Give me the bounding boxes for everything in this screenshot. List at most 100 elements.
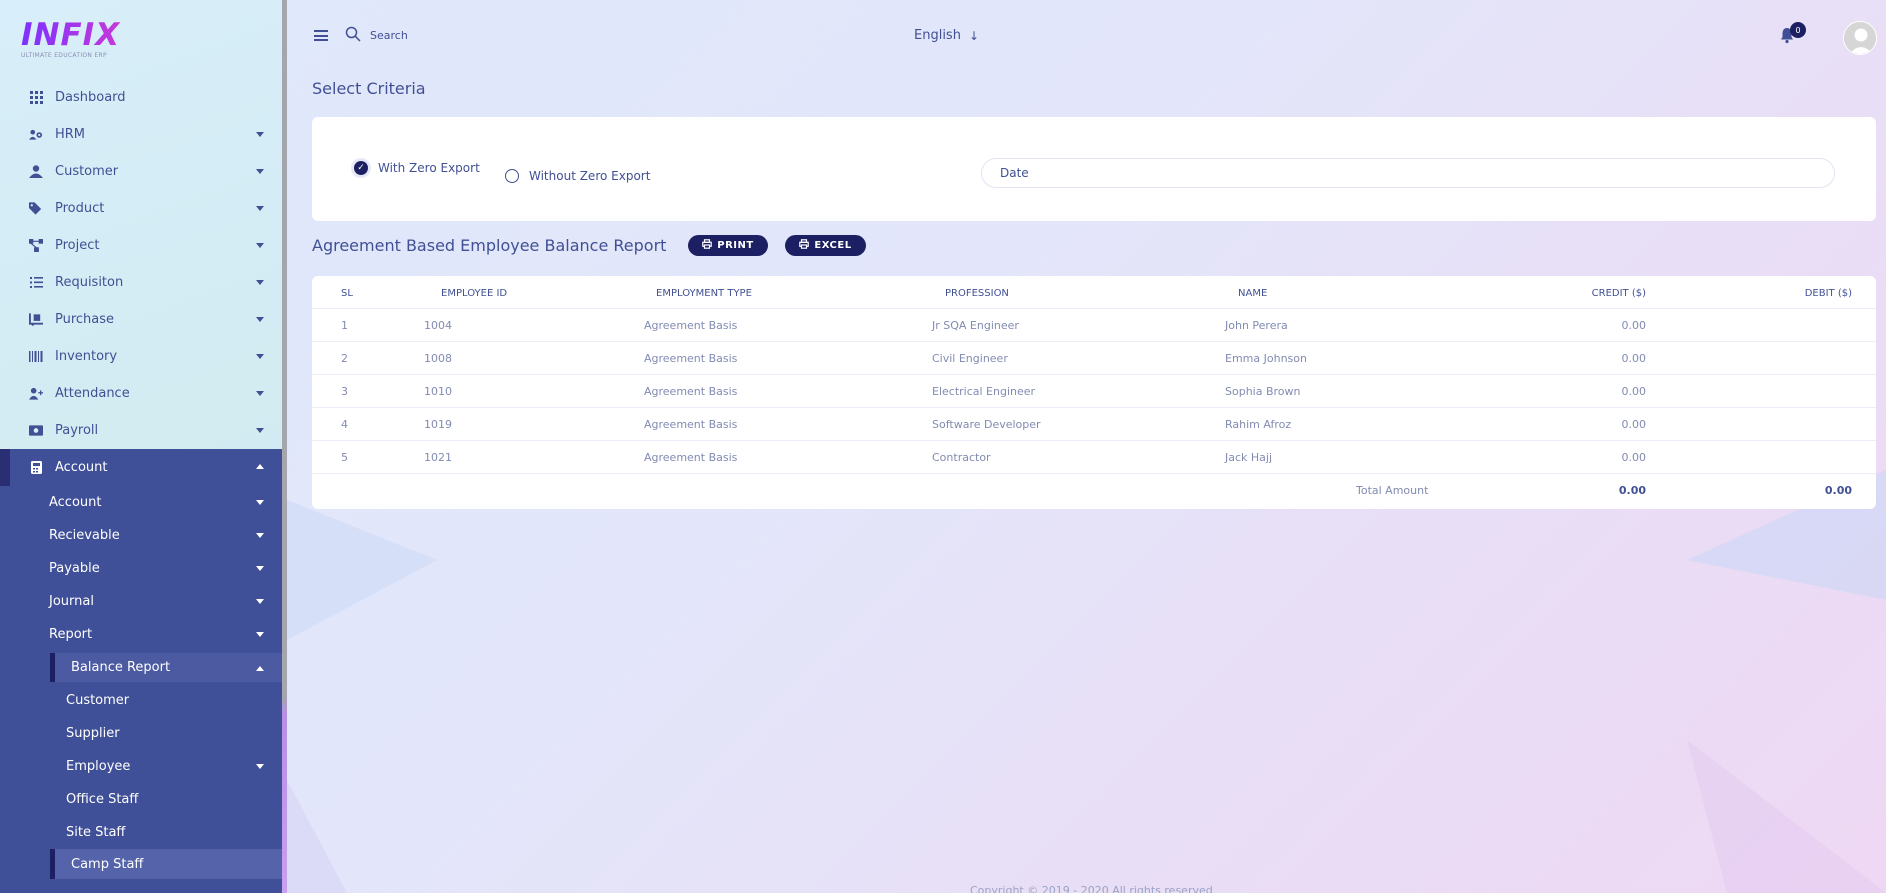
cell-credit: 0.00 [1621,319,1647,332]
cell-name: Emma Johnson [1225,352,1307,365]
sidebar-item-label: HRM [55,127,86,142]
cell-name: Rahim Afroz [1225,418,1292,431]
chevron-down-icon [256,566,264,571]
barcode-icon [29,350,43,364]
column-header: EMPLOYEE ID [441,288,508,299]
sidebar-item-inventory[interactable]: Inventory [0,338,282,375]
table-row: 5 1021 Agreement Basis Contractor Jack H… [312,441,1876,474]
submenu-spacer [0,879,282,893]
cell-name: Jack Hajj [1225,451,1273,464]
cell-credit: 0.00 [1621,352,1647,365]
sidebar-item-product[interactable]: Product [0,190,282,227]
sidebar-item-label: Purchase [55,312,115,327]
submenu-item-journal[interactable]: Journal [0,585,282,618]
submenu-item-label: Camp Staff [71,856,144,872]
sidebar-item-requisiton[interactable]: Requisiton [0,264,282,301]
table-row: 2 1008 Agreement Basis Civil Engineer Em… [312,342,1876,375]
dolly-icon [29,313,43,327]
radio-without-zero-export[interactable]: Without Zero Export [505,169,650,183]
column-header: EMPLOYMENT TYPE [656,288,752,299]
submenu-item-report[interactable]: Report [0,618,282,651]
arrow-down-icon: ↓ [968,28,980,43]
users-cog-icon [29,128,43,142]
print-button[interactable]: PRINT [688,235,768,256]
cell-sl: 5 [341,451,348,464]
avatar[interactable] [1843,21,1877,55]
logo-text: INFIX [21,17,121,53]
submenu-item-payable[interactable]: Payable [0,552,282,585]
column-header: NAME [1238,288,1268,299]
sidebar-item-payroll[interactable]: Payroll [0,412,282,449]
menu-toggle-icon[interactable] [314,30,328,41]
submenu-item-recievable[interactable]: Recievable [0,519,282,552]
sidebar-item-purchase[interactable]: Purchase [0,301,282,338]
tags-icon [29,202,43,216]
sidebar-item-label: Project [55,238,100,253]
sidebar-item-hrm[interactable]: HRM [0,116,282,153]
search-box [345,24,515,54]
total-debit: 0.00 [1824,484,1852,497]
sidebar-item-dashboard[interactable]: Dashboard [0,79,282,116]
cell-type: Agreement Basis [644,451,738,464]
logo-tagline: ULTIMATE EDUCATION ERP [21,52,107,59]
sidebar-item-account[interactable]: Account [0,449,282,486]
radio-circle-icon [505,169,519,183]
cell-name: Sophia Brown [1225,385,1301,398]
radio-label: With Zero Export [378,161,480,175]
submenu-item-customer[interactable]: Customer [0,684,282,717]
radio-with-zero-export[interactable]: ✓ With Zero Export [354,161,480,175]
check-icon: ✓ [354,161,368,175]
chevron-down-icon [256,599,264,604]
top-header: English ↓ 0 [287,0,1886,75]
account-submenu: Account Recievable Payable Journal Repor… [0,486,282,893]
sidebar-item-label: Inventory [55,349,118,364]
cell-profession: Contractor [932,451,991,464]
total-credit: 0.00 [1618,484,1646,497]
cell-sl: 1 [341,319,348,332]
submenu-item-employee[interactable]: Employee [0,750,282,783]
total-label: Total Amount [1356,484,1429,497]
submenu-item-label: Report [49,627,93,642]
sidebar-scrollbar[interactable] [282,0,287,893]
sidebar-item-attendance[interactable]: Attendance [0,375,282,412]
language-selector[interactable]: English ↓ [914,28,979,43]
chevron-down-icon [256,428,264,433]
sidebar-item-project[interactable]: Project [0,227,282,264]
sidebar-item-label: Attendance [55,386,130,401]
sidebar-item-customer[interactable]: Customer [0,153,282,190]
submenu-item-label: Site Staff [66,825,126,840]
print-label: PRINT [717,240,754,251]
submenu-item-account[interactable]: Account [0,486,282,519]
sidebar: INFIX ULTIMATE EDUCATION ERP Dashboard H… [0,0,282,893]
user-plus-icon [29,387,43,401]
logo[interactable]: INFIX ULTIMATE EDUCATION ERP [21,18,121,62]
submenu-item-camp-staff[interactable]: Camp Staff [50,849,282,879]
report-title: Agreement Based Employee Balance Report [312,236,667,255]
money-icon [29,424,43,438]
submenu-item-supplier[interactable]: Supplier [0,717,282,750]
search-input[interactable] [370,24,510,46]
table-row: 4 1019 Agreement Basis Software Develope… [312,408,1876,441]
chevron-down-icon [256,280,264,285]
submenu-item-balance-report[interactable]: Balance Report [50,653,282,682]
copyright-footer: Copyright © 2019 - 2020 All rights reser… [970,884,1213,893]
language-label: English [914,28,961,43]
cell-credit: 0.00 [1621,385,1647,398]
chevron-down-icon [256,632,264,637]
submenu-item-office-staff[interactable]: Office Staff [0,783,282,816]
grid-icon [29,91,43,105]
submenu-item-site-staff[interactable]: Site Staff [0,816,282,849]
column-header: CREDIT ($) [1591,288,1646,299]
chevron-down-icon [256,169,264,174]
date-field[interactable] [981,158,1835,188]
table-row: 1 1004 Agreement Basis Jr SQA Engineer J… [312,309,1876,342]
chevron-down-icon [256,533,264,538]
cell-type: Agreement Basis [644,385,738,398]
chevron-down-icon [256,391,264,396]
excel-button[interactable]: EXCEL [785,235,866,256]
submenu-item-label: Supplier [66,726,120,741]
cell-type: Agreement Basis [644,319,738,332]
submenu-item-label: Payable [49,561,100,576]
list-icon [29,276,43,290]
user-icon [29,165,43,179]
